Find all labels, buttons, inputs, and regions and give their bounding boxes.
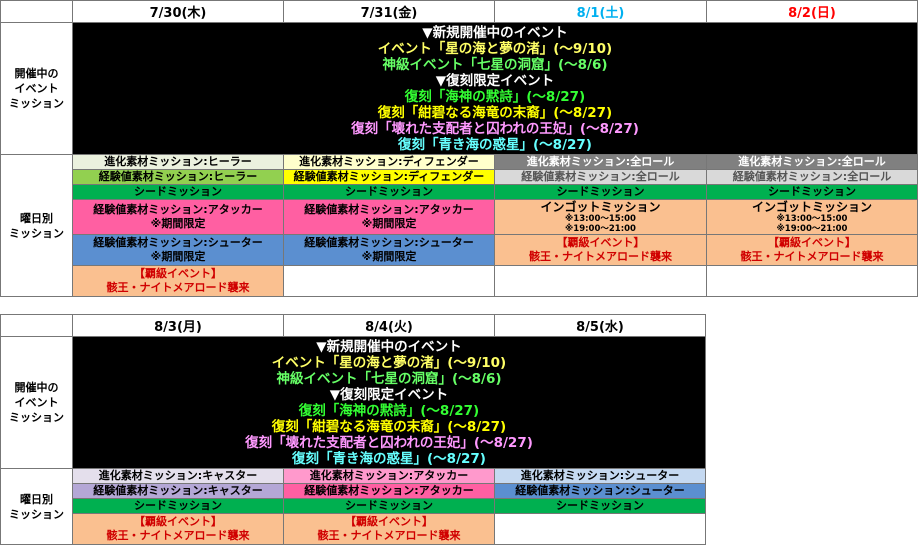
mission-cell-seed: シードミッション — [72, 498, 284, 514]
row-label-event-mission: 開催中の イベント ミッション — [0, 336, 73, 469]
mission-cell-limited: 経験値素材ミッション:シューター ※期間限定 — [283, 234, 495, 266]
mission-cell: 進化素材ミッション:アタッカー — [283, 468, 495, 484]
event-item: 復刻「紺碧なる海竜の末裔」(～8/27) — [377, 104, 613, 121]
row-label-text: 曜日別 ミッション — [9, 211, 64, 240]
event-list: ▼新規開催中のイベント イベント「星の海と夢の渚」(～9/10) 神級イベント「… — [72, 22, 918, 155]
hagyu-tag: 【覇級イベント】 — [345, 515, 433, 528]
mission-label: 経験値素材ミッション:シューター — [304, 236, 474, 249]
event-heading-rerun: ▼復刻限定イベント — [435, 72, 555, 89]
mission-cell-seed: シードミッション — [494, 184, 707, 200]
hagyu-tag: 【覇級イベント】 — [768, 236, 856, 249]
mission-cell-hagyu: 【覇級イベント】 骸王・ナイトメアロード襲来 — [72, 513, 284, 545]
schedule-table-week1: 7/30(木) 7/31(金) 8/1(土) 8/2(日) 開催中の イベント … — [0, 0, 918, 297]
date-header: 7/30(木) — [72, 0, 284, 23]
event-item: 復刻「壊れた支配者と囚われの王妃」(～8/27) — [351, 120, 639, 137]
date-header: 8/4(火) — [283, 314, 495, 337]
date-header-sunday: 8/2(日) — [706, 0, 918, 23]
mission-cell-hagyu: 【覇級イベント】 骸王・ナイトメアロード襲来 — [283, 513, 495, 545]
mission-cell-hagyu: 【覇級イベント】 骸王・ナイトメアロード襲来 — [706, 234, 918, 266]
mission-cell-ingot: インゴットミッション ※13:00～15:00 ※19:00～21:00 — [706, 199, 918, 235]
row-label-text: 曜日別 ミッション — [9, 492, 64, 521]
hagyu-name: 骸王・ナイトメアロード襲来 — [740, 250, 884, 263]
hagyu-name: 骸王・ナイトメアロード襲来 — [529, 250, 672, 263]
empty-cell — [283, 265, 495, 297]
mission-label: 経験値素材ミッション:アタッカー — [304, 203, 474, 216]
mission-cell-hagyu: 【覇級イベント】 骸王・ナイトメアロード襲来 — [494, 234, 707, 266]
schedule-table-week2: 8/3(月) 8/4(火) 8/5(水) 開催中の イベント ミッション ▼新規… — [0, 314, 706, 545]
hagyu-name: 骸王・ナイトメアロード襲来 — [106, 281, 250, 294]
mission-cell: 経験値素材ミッション:全ロール — [706, 169, 918, 185]
mission-cell-seed: シードミッション — [706, 184, 918, 200]
hagyu-tag: 【覇級イベント】 — [134, 267, 222, 280]
mission-cell: 経験値素材ミッション:シューター — [494, 483, 706, 499]
event-item: 復刻「壊れた支配者と囚われの王妃」(～8/27) — [245, 434, 533, 451]
mission-cell-limited: 経験値素材ミッション:アタッカー ※期間限定 — [72, 199, 284, 235]
mission-cell: 経験値素材ミッション:アタッカー — [283, 483, 495, 499]
mission-cell: 進化素材ミッション:全ロール — [706, 154, 918, 170]
mission-cell-hagyu: 【覇級イベント】 骸王・ナイトメアロード襲来 — [72, 265, 284, 297]
mission-label: 経験値素材ミッション:シューター — [93, 236, 263, 249]
mission-label: 経験値素材ミッション:アタッカー — [93, 203, 263, 216]
mission-cell-seed: シードミッション — [72, 184, 284, 200]
event-heading-new: ▼新規開催中のイベント — [316, 338, 462, 355]
mission-cell: 経験値素材ミッション:ディフェンダー — [283, 169, 495, 185]
mission-cell-seed: シードミッション — [283, 184, 495, 200]
empty-cell — [494, 265, 707, 297]
row-label-event-mission: 開催中の イベント ミッション — [0, 22, 73, 155]
row-label-text: 開催中の イベント ミッション — [9, 67, 64, 110]
event-item: 復刻「紺碧なる海竜の末裔」(～8/27) — [271, 418, 507, 435]
event-heading-rerun: ▼復刻限定イベント — [329, 386, 449, 403]
event-item: 復刻「海神の黙詩」(～8/27) — [298, 402, 480, 419]
event-item: 神級イベント「七星の洞窟」(～8/6) — [382, 56, 608, 73]
row-label-weekday-mission: 曜日別 ミッション — [0, 468, 73, 545]
event-item: 復刻「海神の黙詩」(～8/27) — [404, 88, 586, 105]
mission-cell-seed: シードミッション — [283, 498, 495, 514]
hagyu-name: 骸王・ナイトメアロード襲来 — [106, 529, 250, 542]
ingot-label: インゴットミッション — [540, 200, 661, 215]
limited-note: ※期間限定 — [361, 250, 417, 263]
date-header: 7/31(金) — [283, 0, 495, 23]
hagyu-name: 骸王・ナイトメアロード襲来 — [317, 529, 461, 542]
mission-cell: 進化素材ミッション:ヒーラー — [72, 154, 284, 170]
ingot-time: ※19:00～21:00 — [776, 224, 848, 234]
mission-cell: 進化素材ミッション:シューター — [494, 468, 706, 484]
corner-cell — [0, 0, 73, 23]
event-item: 神級イベント「七星の洞窟」(～8/6) — [276, 370, 502, 387]
mission-cell: 経験値素材ミッション:全ロール — [494, 169, 707, 185]
event-item: イベント「星の海と夢の渚」(～9/10) — [377, 40, 613, 57]
event-item: イベント「星の海と夢の渚」(～9/10) — [271, 354, 507, 371]
ingot-label: インゴットミッション — [751, 200, 872, 215]
mission-cell: 進化素材ミッション:全ロール — [494, 154, 707, 170]
row-label-text: 開催中の イベント ミッション — [9, 381, 64, 424]
mission-cell: 経験値素材ミッション:ヒーラー — [72, 169, 284, 185]
mission-cell-limited: 経験値素材ミッション:シューター ※期間限定 — [72, 234, 284, 266]
event-item: 復刻「青き海の惑星」(～8/27) — [398, 136, 592, 153]
date-header: 8/3(月) — [72, 314, 284, 337]
mission-cell: 進化素材ミッション:キャスター — [72, 468, 284, 484]
mission-cell-limited: 経験値素材ミッション:アタッカー ※期間限定 — [283, 199, 495, 235]
hagyu-tag: 【覇級イベント】 — [556, 236, 645, 249]
empty-cell — [494, 513, 706, 545]
limited-note: ※期間限定 — [150, 217, 206, 230]
hagyu-tag: 【覇級イベント】 — [134, 515, 222, 528]
ingot-time: ※19:00～21:00 — [565, 224, 636, 234]
corner-cell — [0, 314, 73, 337]
mission-cell: 経験値素材ミッション:キャスター — [72, 483, 284, 499]
event-list: ▼新規開催中のイベント イベント「星の海と夢の渚」(～9/10) 神級イベント「… — [72, 336, 706, 469]
mission-cell-ingot: インゴットミッション ※13:00～15:00 ※19:00～21:00 — [494, 199, 707, 235]
limited-note: ※期間限定 — [150, 250, 206, 263]
ingot-time: ※13:00～15:00 — [565, 214, 636, 224]
row-label-weekday-mission: 曜日別 ミッション — [0, 154, 73, 297]
ingot-time: ※13:00～15:00 — [776, 214, 848, 224]
limited-note: ※期間限定 — [361, 217, 417, 230]
mission-cell-seed: シードミッション — [494, 498, 706, 514]
date-header-saturday: 8/1(土) — [494, 0, 707, 23]
date-header: 8/5(水) — [494, 314, 706, 337]
empty-cell — [706, 265, 918, 297]
mission-cell: 進化素材ミッション:ディフェンダー — [283, 154, 495, 170]
event-heading-new: ▼新規開催中のイベント — [422, 24, 568, 41]
event-item: 復刻「青き海の惑星」(～8/27) — [292, 450, 486, 467]
